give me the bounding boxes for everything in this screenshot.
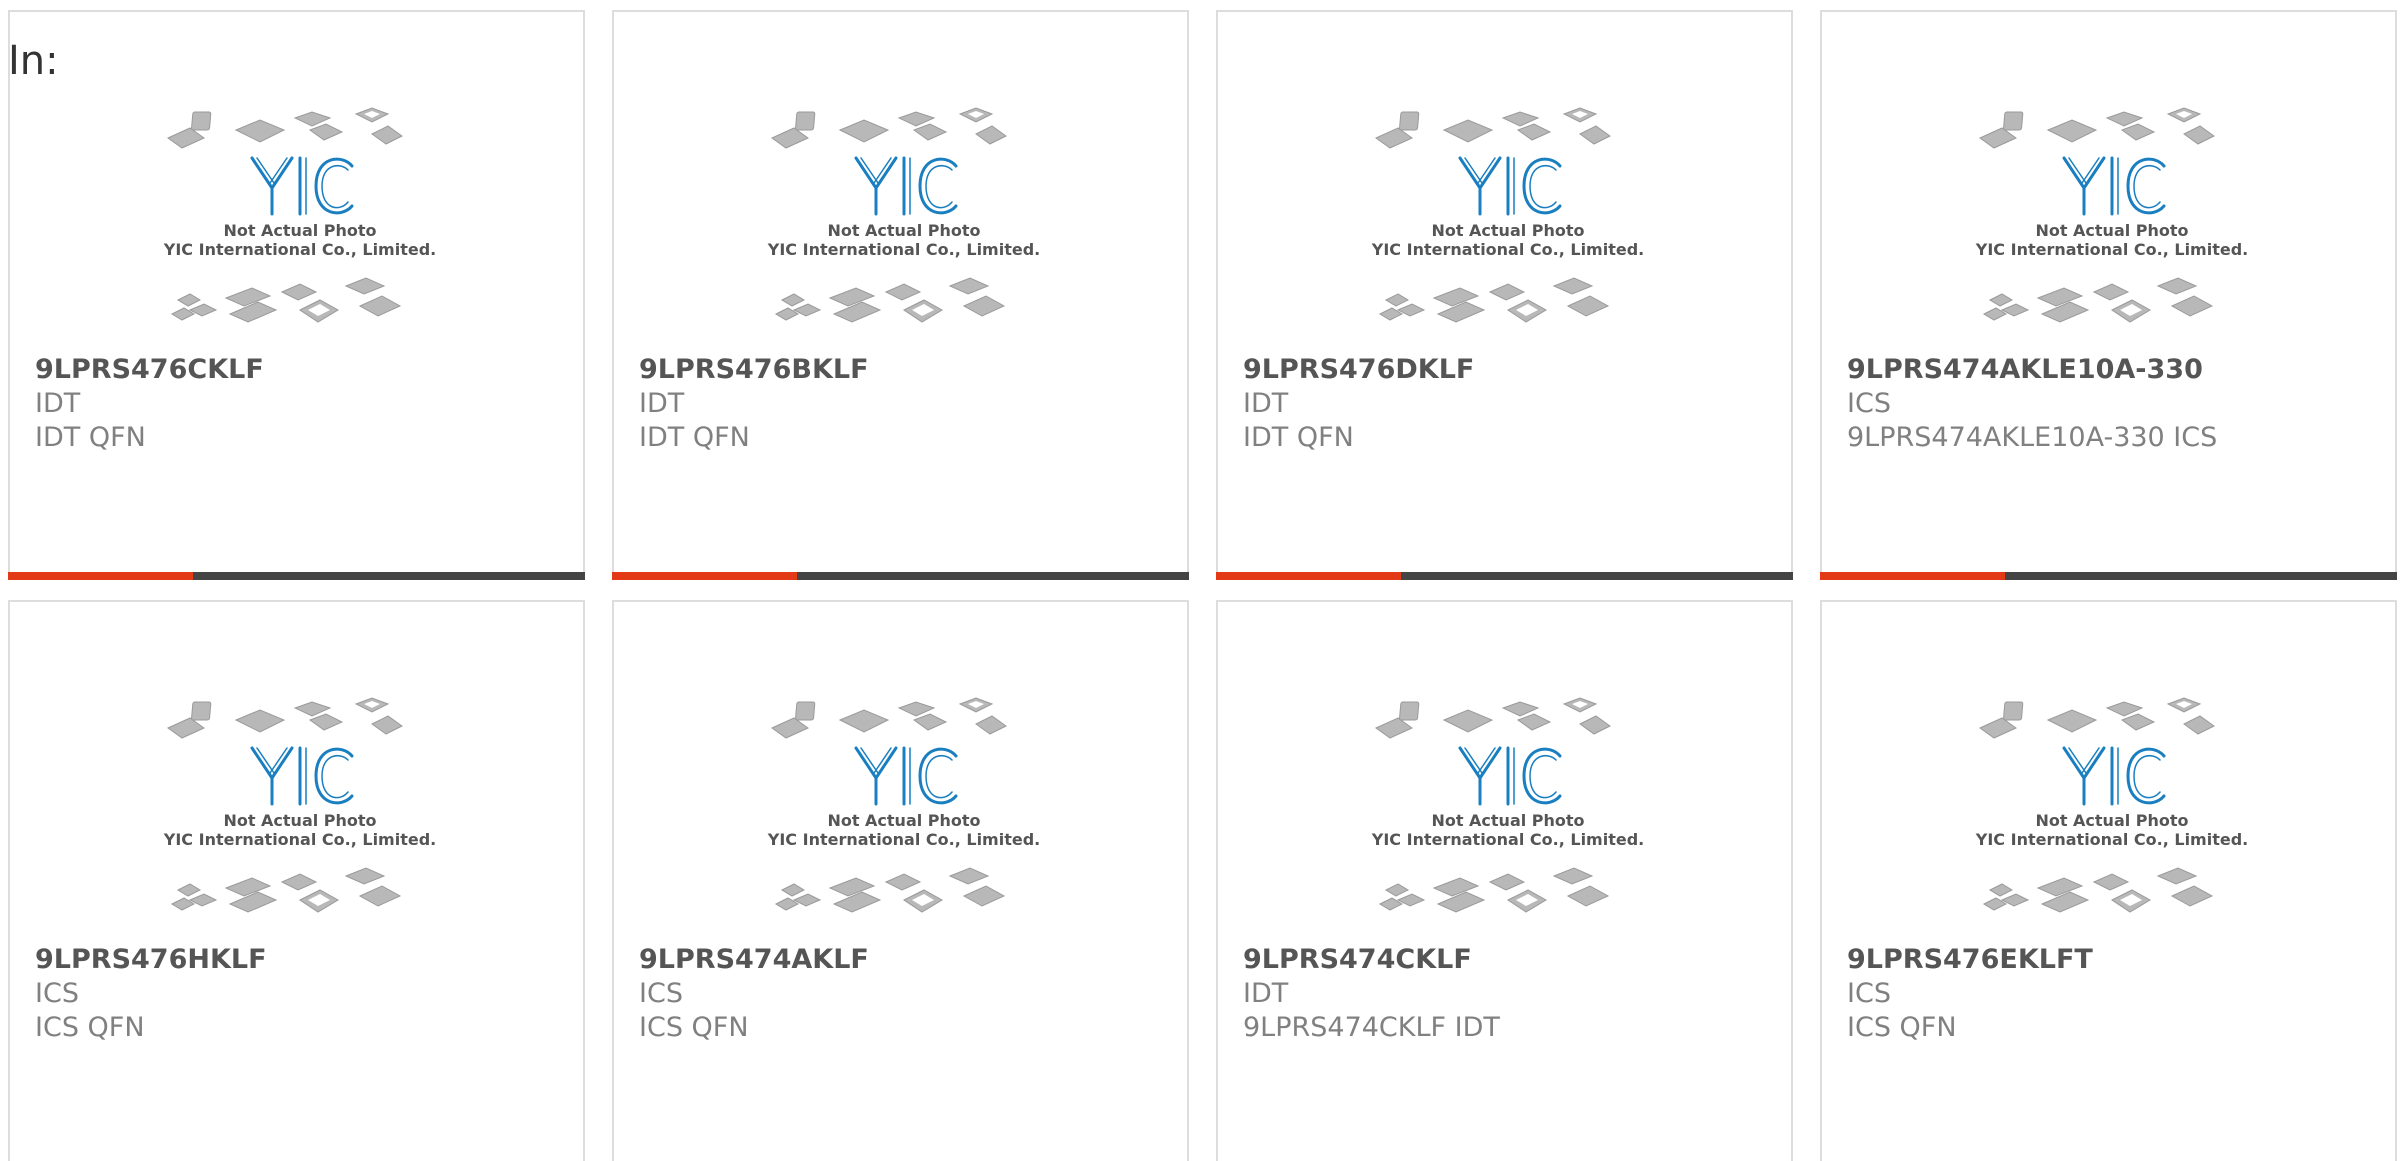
card-bar-accent (8, 572, 193, 580)
product-card[interactable]: Not Actual Photo YIC International Co., … (612, 10, 1189, 580)
product-photo: Not Actual Photo YIC International Co., … (1972, 100, 2252, 350)
yic-placeholder-photo-icon: Not Actual Photo YIC International Co., … (767, 697, 1040, 913)
product-card[interactable]: Not Actual Photo YIC International Co., … (1216, 600, 1793, 1161)
svg-text:Not Actual Photo: Not Actual Photo (1431, 221, 1584, 240)
product-card[interactable]: Not Actual Photo YIC International Co., … (8, 10, 585, 580)
product-photo: Not Actual Photo YIC International Co., … (764, 100, 1044, 350)
manufacturer: ICS (1847, 388, 1891, 419)
svg-text:YIC International Co., Limited: YIC International Co., Limited. (163, 830, 436, 849)
product-photo: Not Actual Photo YIC International Co., … (160, 100, 440, 350)
manufacturer: ICS (639, 978, 683, 1009)
svg-text:Not Actual Photo: Not Actual Photo (827, 811, 980, 830)
product-description: 9LPRS474CKLF IDT (1243, 1012, 1500, 1043)
product-description: IDT QFN (35, 422, 146, 453)
yic-placeholder-photo-icon: Not Actual Photo YIC International Co., … (1371, 107, 1644, 323)
svg-text:Not Actual Photo: Not Actual Photo (2035, 221, 2188, 240)
card-bar-accent (1216, 572, 1401, 580)
svg-text:YIC International Co., Limited: YIC International Co., Limited. (1371, 830, 1644, 849)
yic-placeholder-photo-icon: Not Actual Photo YIC International Co., … (1975, 107, 2248, 323)
part-number[interactable]: 9LPRS474AKLE10A-330 (1847, 354, 2203, 385)
card-bar (1820, 572, 2397, 580)
card-bar (1216, 572, 1793, 580)
product-description: ICS QFN (1847, 1012, 1957, 1043)
svg-text:Not Actual Photo: Not Actual Photo (1431, 811, 1584, 830)
card-bar (612, 572, 1189, 580)
in-label: In: (8, 38, 59, 84)
product-photo: Not Actual Photo YIC International Co., … (764, 690, 1044, 940)
yic-placeholder-photo-icon: Not Actual Photo YIC International Co., … (163, 697, 436, 913)
product-description: ICS QFN (35, 1012, 145, 1043)
product-description: IDT QFN (1243, 422, 1354, 453)
part-number[interactable]: 9LPRS476BKLF (639, 354, 869, 385)
manufacturer: IDT (1243, 388, 1289, 419)
svg-text:YIC International Co., Limited: YIC International Co., Limited. (1975, 830, 2248, 849)
part-number[interactable]: 9LPRS476EKLFT (1847, 944, 2093, 975)
yic-placeholder-photo-icon: Not Actual Photo YIC International Co., … (767, 107, 1040, 323)
product-description: ICS QFN (639, 1012, 749, 1043)
part-number[interactable]: 9LPRS476HKLF (35, 944, 267, 975)
card-bar-accent (1820, 572, 2005, 580)
part-number[interactable]: 9LPRS474CKLF (1243, 944, 1472, 975)
card-bar-accent (612, 572, 797, 580)
product-description: 9LPRS474AKLE10A-330 ICS (1847, 422, 2218, 453)
product-card[interactable]: Not Actual Photo YIC International Co., … (1820, 600, 2397, 1161)
manufacturer: ICS (1847, 978, 1891, 1009)
product-card[interactable]: Not Actual Photo YIC International Co., … (8, 600, 585, 1161)
product-card[interactable]: Not Actual Photo YIC International Co., … (1216, 10, 1793, 580)
manufacturer: IDT (1243, 978, 1289, 1009)
manufacturer: IDT (35, 388, 81, 419)
product-card[interactable]: Not Actual Photo YIC International Co., … (1820, 10, 2397, 580)
svg-text:Not Actual Photo: Not Actual Photo (223, 811, 376, 830)
product-photo: Not Actual Photo YIC International Co., … (1368, 690, 1648, 940)
yic-placeholder-photo-icon: Not Actual Photo YIC International Co., … (1975, 697, 2248, 913)
product-card[interactable]: Not Actual Photo YIC International Co., … (612, 600, 1189, 1161)
part-number[interactable]: 9LPRS476CKLF (35, 354, 264, 385)
svg-text:YIC International Co., Limited: YIC International Co., Limited. (1371, 240, 1644, 259)
product-photo: Not Actual Photo YIC International Co., … (1972, 690, 2252, 940)
card-bar (8, 572, 585, 580)
yic-placeholder-photo-icon: Not Actual Photo YIC International Co., … (1371, 697, 1644, 913)
part-number[interactable]: 9LPRS474AKLF (639, 944, 869, 975)
svg-text:Not Actual Photo: Not Actual Photo (223, 221, 376, 240)
yic-placeholder-photo-icon: Not Actual Photo YIC International Co., … (163, 107, 436, 323)
svg-text:YIC International Co., Limited: YIC International Co., Limited. (767, 240, 1040, 259)
svg-text:Not Actual Photo: Not Actual Photo (827, 221, 980, 240)
part-number[interactable]: 9LPRS476DKLF (1243, 354, 1474, 385)
manufacturer: ICS (35, 978, 79, 1009)
svg-text:YIC International Co., Limited: YIC International Co., Limited. (163, 240, 436, 259)
svg-text:YIC International Co., Limited: YIC International Co., Limited. (1975, 240, 2248, 259)
product-description: IDT QFN (639, 422, 750, 453)
product-list-page: In: Not Actual Photo YIC International C… (0, 0, 2400, 1161)
svg-text:Not Actual Photo: Not Actual Photo (2035, 811, 2188, 830)
svg-text:YIC International Co., Limited: YIC International Co., Limited. (767, 830, 1040, 849)
product-photo: Not Actual Photo YIC International Co., … (160, 690, 440, 940)
product-photo: Not Actual Photo YIC International Co., … (1368, 100, 1648, 350)
manufacturer: IDT (639, 388, 685, 419)
